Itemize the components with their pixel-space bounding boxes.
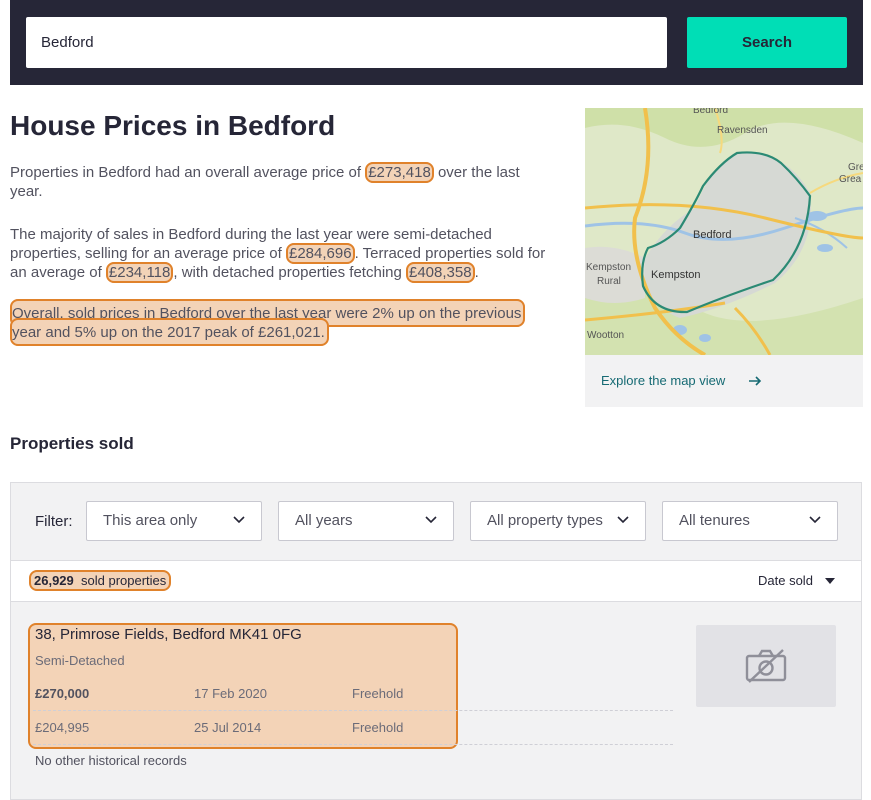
map-label-gre: Gre xyxy=(848,162,863,173)
sale-price: £204,995 xyxy=(35,720,90,735)
average-price-value: £273,418 xyxy=(365,162,434,183)
filter-label: Filter: xyxy=(35,513,73,530)
property-type-filter-select[interactable]: All property types xyxy=(470,501,646,541)
map-label-wootton: Wootton xyxy=(587,330,624,341)
area-map[interactable]: Bedford Ravensden Gre Grea Bedford Kemps… xyxy=(585,108,863,355)
listing-address[interactable]: 38, Primrose Fields, Bedford MK41 0FG xyxy=(35,626,302,643)
search-button[interactable]: Search xyxy=(687,17,847,68)
tenure-filter-select[interactable]: All tenures xyxy=(662,501,838,541)
row-divider xyxy=(33,744,673,745)
row-divider xyxy=(33,710,673,711)
detached-price: £408,358 xyxy=(406,262,475,283)
explore-map-link[interactable]: Explore the map view xyxy=(601,373,725,388)
years-filter-select[interactable]: All years xyxy=(278,501,454,541)
map-label-bedford: Bedford xyxy=(693,229,732,241)
property-type-paragraph: The majority of sales in Bedford during … xyxy=(10,226,546,283)
listing-photo-placeholder[interactable] xyxy=(696,625,836,707)
map-label-kempston: Kempston xyxy=(651,269,701,281)
map-label-kempston-rural-1: Kempston xyxy=(586,262,631,273)
sale-date: 17 Feb 2020 xyxy=(194,686,268,701)
trend-highlight: Overall, sold prices in Bedford over the… xyxy=(10,299,526,346)
properties-sold-heading: Properties sold xyxy=(10,434,134,453)
chevron-down-icon xyxy=(425,516,437,524)
sale-tenure: Freehold xyxy=(352,720,404,735)
average-price-paragraph: Properties in Bedford had an overall ave… xyxy=(10,162,520,200)
terraced-price: £234,118 xyxy=(105,262,174,283)
chevron-down-icon xyxy=(809,516,821,524)
no-records-note: No other historical records xyxy=(35,753,187,768)
map-label-kempston-rural-2: Rural xyxy=(597,276,621,287)
map-label-bedford-north: Bedford xyxy=(693,108,728,116)
caret-down-icon[interactable] xyxy=(825,578,835,584)
semi-detached-price: £284,696 xyxy=(285,243,355,264)
map-card[interactable]: Bedford Ravensden Gre Grea Bedford Kemps… xyxy=(585,108,863,407)
sort-select[interactable]: Date sold xyxy=(758,573,813,588)
sale-tenure: Freehold xyxy=(352,686,404,701)
no-photo-icon xyxy=(745,649,787,683)
chevron-down-icon xyxy=(233,516,245,524)
map-label-ravensden: Ravensden xyxy=(717,125,768,136)
page-title: House Prices in Bedford xyxy=(10,110,336,141)
trend-paragraph: Overall, sold prices in Bedford over the… xyxy=(10,299,536,346)
area-filter-select[interactable]: This area only xyxy=(86,501,262,541)
chevron-down-icon xyxy=(617,516,629,524)
map-label-grea: Grea xyxy=(839,174,862,185)
search-input[interactable] xyxy=(26,17,667,68)
arrow-right-icon[interactable] xyxy=(748,374,762,388)
sold-count-badge: 26,929 sold properties xyxy=(29,570,172,591)
listing-property-type: Semi-Detached xyxy=(35,653,125,668)
sale-price: £270,000 xyxy=(35,686,90,701)
sale-date: 25 Jul 2014 xyxy=(194,720,262,735)
